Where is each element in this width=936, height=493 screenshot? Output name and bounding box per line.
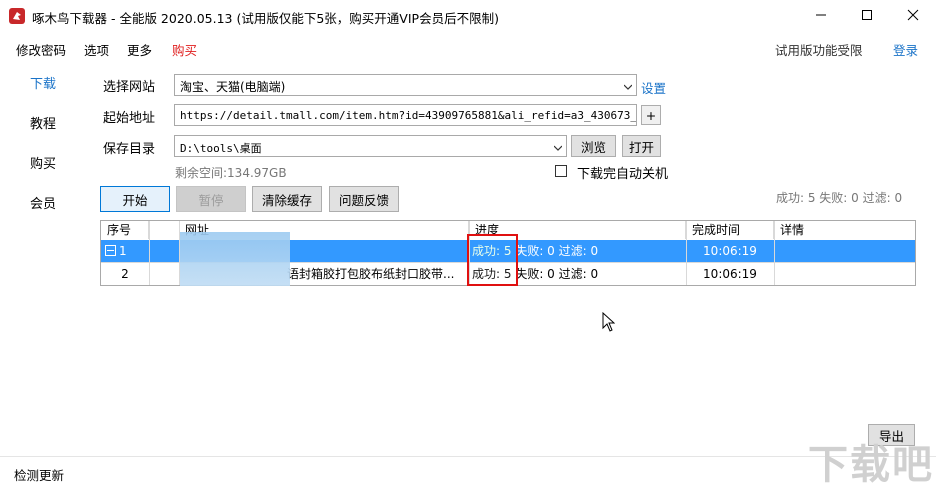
nav-item-tutorial[interactable]: 教程: [0, 113, 86, 132]
site-select[interactable]: 淘宝、天猫(电脑端): [174, 74, 637, 96]
row-time: 10:06:19: [703, 244, 757, 258]
minimize-icon: [815, 9, 827, 24]
save-dir-label: 保存目录: [103, 142, 156, 157]
check-update-link[interactable]: 检测更新: [14, 465, 64, 484]
maximize-button[interactable]: [844, 0, 890, 32]
minimize-button[interactable]: [798, 0, 844, 32]
login-link[interactable]: 登录: [893, 40, 918, 59]
free-space-text: 剩余空间:134.97GB: [175, 166, 287, 180]
settings-link[interactable]: 设置: [641, 78, 666, 97]
pause-button[interactable]: 暂停: [176, 186, 246, 212]
header-time[interactable]: 完成时间: [686, 221, 774, 239]
menu-buy[interactable]: 购买: [172, 40, 197, 59]
menu-options[interactable]: 选项: [84, 40, 109, 59]
start-url-label: 起始地址: [103, 111, 156, 126]
clear-cache-button[interactable]: 清除缓存: [252, 186, 322, 212]
start-button[interactable]: 开始: [100, 186, 170, 212]
column-divider: [774, 221, 775, 285]
blurred-url-region: [180, 232, 290, 286]
auto-shutdown-label: 下载完自动关机: [577, 167, 669, 182]
header-detail[interactable]: 详情: [774, 221, 915, 239]
trial-notice: 试用版功能受限: [775, 43, 863, 58]
summary-status: 成功: 5 失败: 0 过滤: 0: [776, 191, 903, 205]
maximize-icon: [861, 9, 873, 24]
site-select-value: 淘宝、天猫(电脑端): [180, 80, 286, 94]
menu-more[interactable]: 更多: [127, 40, 152, 59]
mouse-cursor-icon: [602, 311, 616, 335]
close-button[interactable]: [890, 0, 936, 32]
status-divider: [0, 456, 936, 457]
row-detail: [774, 263, 915, 285]
nav-item-member[interactable]: 会员: [0, 193, 86, 212]
open-button[interactable]: 打开: [622, 135, 661, 157]
close-icon: [907, 9, 919, 24]
row-progress-rest: 失败: 0 过滤: 0: [515, 244, 599, 258]
nav-item-download[interactable]: 下载: [0, 73, 86, 92]
row-index-cell: 1: [105, 240, 149, 262]
app-logo-icon: [9, 8, 25, 24]
add-url-button[interactable]: +: [641, 105, 661, 125]
header-index[interactable]: 序号: [101, 221, 149, 239]
nav-item-buy[interactable]: 购买: [0, 153, 86, 172]
start-url-input[interactable]: https://detail.tmall.com/item.htm?id=439…: [174, 104, 637, 126]
watermark-logo: 下载吧: [808, 442, 934, 488]
chevron-down-icon: [623, 80, 633, 90]
collapse-icon[interactable]: [105, 245, 116, 256]
row-url: 语封箱胶打包胶布纸封口胶带...: [287, 267, 455, 281]
site-label: 选择网站: [103, 80, 156, 95]
row-progress-rest: 失败: 0 过滤: 0: [515, 267, 599, 281]
save-dir-select[interactable]: D:\tools\桌面: [174, 135, 567, 157]
chevron-down-icon: [553, 141, 563, 151]
row-index: 1: [119, 244, 127, 258]
title-bar: 啄木鸟下载器 - 全能版 2020.05.13 (试用版仅能下5张，购买开通VI…: [0, 0, 936, 32]
window-title: 啄木鸟下载器 - 全能版 2020.05.13 (试用版仅能下5张，购买开通VI…: [32, 11, 499, 26]
column-divider: [149, 221, 150, 285]
start-url-value: https://detail.tmall.com/item.htm?id=439…: [180, 109, 637, 122]
highlight-box: [467, 234, 518, 286]
menu-change-password[interactable]: 修改密码: [16, 40, 66, 59]
auto-shutdown-checkbox[interactable]: [555, 165, 567, 177]
column-divider: [686, 221, 687, 285]
row-time: 10:06:19: [703, 267, 757, 281]
feedback-button[interactable]: 问题反馈: [329, 186, 399, 212]
row-index: 2: [121, 267, 129, 281]
browse-button[interactable]: 浏览: [571, 135, 616, 157]
row-detail: [774, 240, 915, 262]
save-dir-value: D:\tools\桌面: [180, 142, 262, 155]
